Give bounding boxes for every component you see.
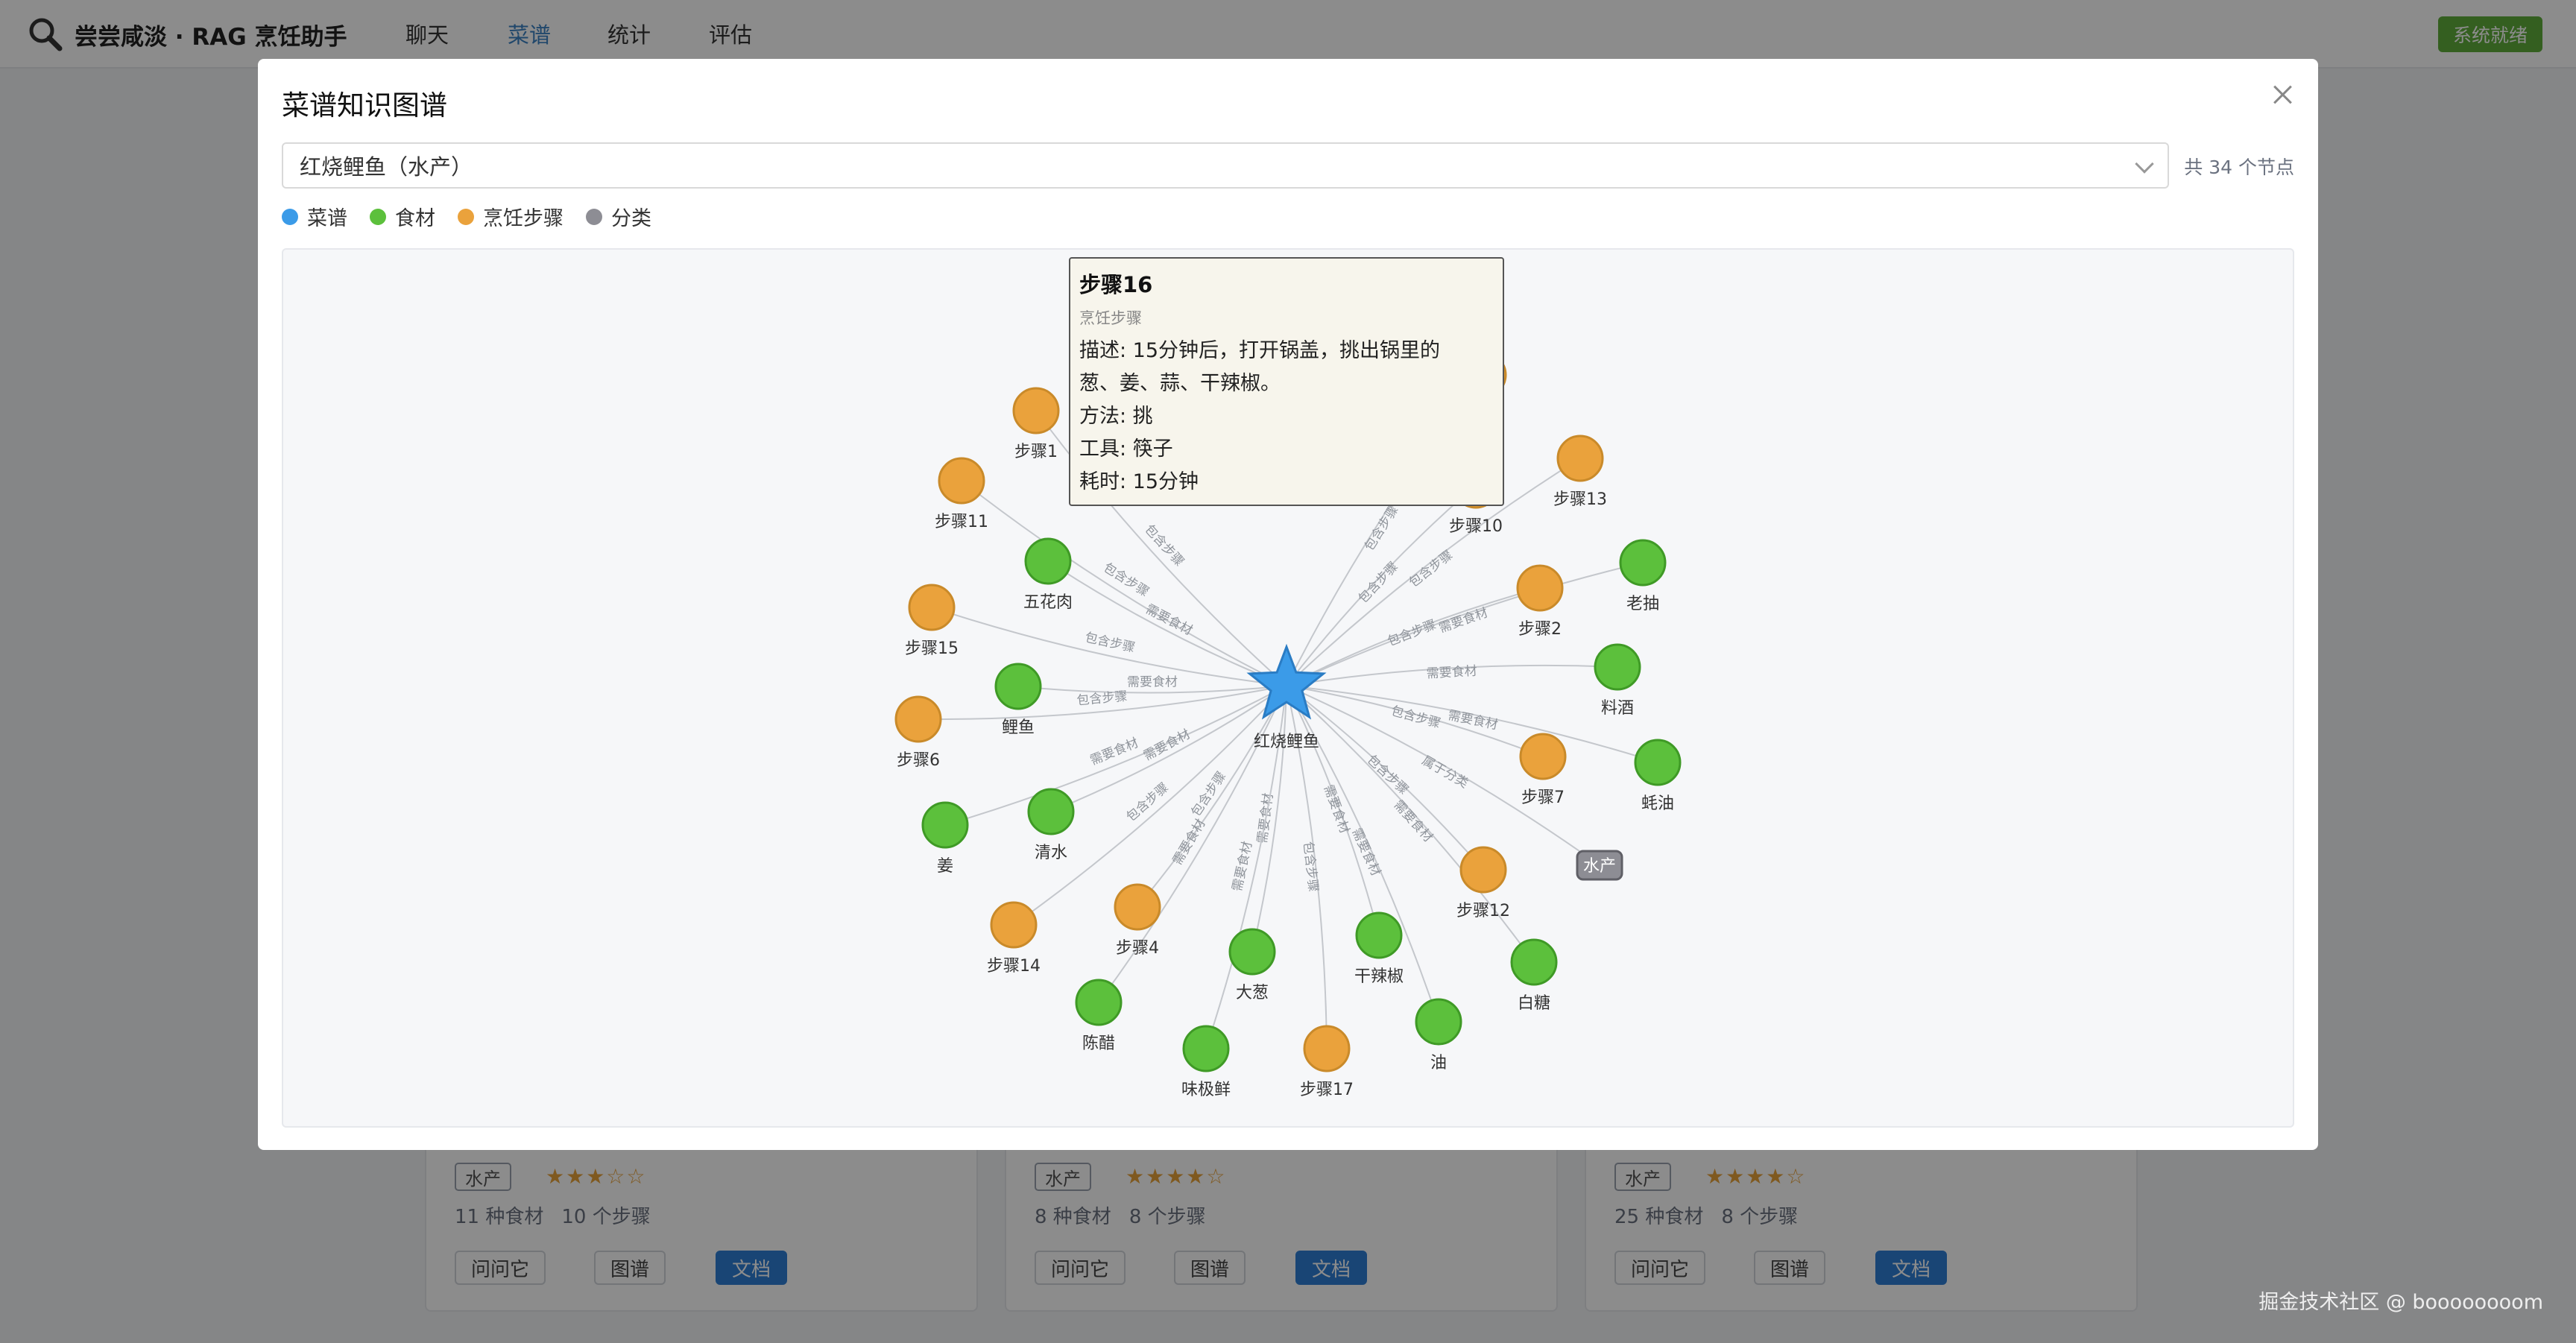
edge-label: 需要食材 (1426, 664, 1477, 682)
node-label: 鲤鱼 (1002, 718, 1035, 737)
modal-title: 菜谱知识图谱 (282, 89, 447, 121)
graph-node-step[interactable] (908, 584, 956, 631)
node-label: 步骤1 (1014, 443, 1058, 461)
edge-label: 需要食材 (1391, 797, 1436, 845)
watermark: 掘金技术社区 @ boooooooom (2258, 1291, 2543, 1314)
node-label: 步骤13 (1553, 490, 1607, 509)
graph-node-ingredient[interactable] (1619, 539, 1667, 587)
graph-node-ingredient[interactable] (1415, 998, 1462, 1046)
tooltip-subtitle: 烹饪步骤 (1079, 309, 1142, 327)
graph-node-step[interactable] (1012, 387, 1060, 434)
edge-label: 包含步骤 (1407, 548, 1456, 590)
edge-label: 需要食材 (1321, 783, 1352, 835)
node-label: 蚝油 (1641, 794, 1674, 813)
node-label: 步骤2 (1518, 620, 1562, 639)
graph-node-ingredient[interactable] (1634, 739, 1682, 786)
edge-label: 包含步骤 (1124, 780, 1172, 825)
node-label: 红烧鲤鱼 (1254, 733, 1319, 751)
edge-label: 包含步骤 (1364, 752, 1411, 797)
tooltip-tool: 工具: 筷子 (1079, 437, 1173, 461)
graph-node-ingredient[interactable] (994, 663, 1042, 710)
tooltip-method: 方法: 挑 (1079, 405, 1153, 428)
graph-node-step[interactable] (1459, 846, 1507, 894)
node-label: 步骤6 (897, 751, 940, 770)
edge-label: 包含步骤 (1101, 560, 1152, 600)
legend-step[interactable]: 烹饪步骤 (458, 202, 564, 231)
graph-node-ingredient[interactable] (921, 801, 969, 849)
node-label: 步骤11 (935, 513, 988, 531)
legend-dot-icon (370, 208, 386, 225)
graph-modal: 菜谱知识图谱 红烧鲤鱼（水产） 共 34 个节点 菜谱 食材 烹饪步骤 分类 包… (258, 59, 2318, 1150)
tooltip-title: 步骤16 (1079, 272, 1153, 297)
node-label: 步骤14 (987, 957, 1041, 976)
tooltip-duration: 耗时: 15分钟 (1079, 470, 1199, 493)
node-label: 步骤17 (1300, 1081, 1354, 1099)
node-label: 步骤15 (905, 639, 959, 658)
edge-label: 需要食材 (1447, 708, 1500, 733)
graph-node-step[interactable] (1516, 564, 1564, 612)
edge-label: 需要食材 (1127, 674, 1178, 689)
edge-label: 包含步骤 (1300, 841, 1320, 893)
knowledge-graph[interactable]: 包含步骤 包含步骤 包含步骤 包含步骤 包含步骤 需要食材 需要食材 包含步骤 包含步骤 需要食材… (282, 248, 2294, 1128)
legend-dot-icon (586, 208, 602, 225)
selected-recipe: 红烧鲤鱼（水产） (300, 154, 473, 180)
tooltip-description: 描述: 15分钟后，打开锅盖，挑出锅里的 (1079, 339, 1441, 362)
node-count: 共 34 个节点 (2184, 157, 2294, 178)
tooltip-description-cont: 葱、姜、蒜、干辣椒。 (1079, 372, 1281, 395)
legend-dot-icon (282, 208, 298, 225)
node-label: 味极鲜 (1181, 1081, 1231, 1099)
node-label: 大葱 (1236, 984, 1269, 1002)
graph-node-step[interactable] (1303, 1025, 1351, 1072)
legend-recipe[interactable]: 菜谱 (282, 202, 347, 231)
node-label: 步骤10 (1449, 517, 1503, 536)
close-icon[interactable] (2269, 81, 2296, 108)
graph-node-step[interactable] (894, 695, 942, 743)
node-label: 白糖 (1518, 994, 1550, 1013)
edge-label: 需要食材 (1088, 736, 1141, 768)
graph-node-step[interactable] (1114, 883, 1161, 931)
legend-ingredient[interactable]: 食材 (370, 202, 435, 231)
edge-label: 需要食材 (1437, 605, 1490, 636)
legend-dot-icon (458, 208, 474, 225)
edge-label: 包含步骤 (1141, 522, 1187, 569)
graph-node-step[interactable] (1556, 434, 1604, 482)
node-label: 姜 (937, 857, 953, 876)
graph-node-step[interactable] (1519, 733, 1567, 780)
edge-label: 需要食材 (1170, 817, 1209, 868)
graph-node-step[interactable] (938, 457, 985, 505)
node-label: 五花肉 (1023, 593, 1073, 612)
graph-node-step[interactable] (990, 901, 1038, 949)
legend-category[interactable]: 分类 (586, 202, 651, 231)
node-label: 步骤4 (1116, 939, 1159, 958)
graph-node-ingredient[interactable] (1182, 1025, 1230, 1072)
graph-node-ingredient[interactable] (1510, 938, 1558, 986)
chevron-down-icon (2135, 154, 2154, 174)
recipe-select[interactable]: 红烧鲤鱼（水产） (282, 142, 2169, 189)
node-label: 水产 (1583, 857, 1616, 876)
edge-label: 需要食材 (1143, 601, 1196, 638)
node-tooltip: 步骤16 烹饪步骤 描述: 15分钟后，打开锅盖，挑出锅里的 葱、姜、蒜、干辣椒… (1069, 257, 1504, 506)
graph-legend: 菜谱 食材 烹饪步骤 分类 (282, 202, 674, 231)
edge-label: 需要食材 (1141, 727, 1193, 764)
edge-label: 包含步骤 (1356, 559, 1401, 606)
graph-node-ingredient[interactable] (1075, 979, 1123, 1026)
node-label: 干辣椒 (1354, 967, 1404, 986)
node-label: 料酒 (1601, 699, 1634, 718)
node-label: 步骤7 (1521, 789, 1565, 807)
graph-node-ingredient[interactable] (1027, 788, 1075, 835)
graph-node-ingredient[interactable] (1024, 537, 1072, 585)
node-label: 油 (1430, 1054, 1447, 1072)
graph-node-ingredient[interactable] (1355, 911, 1403, 959)
edge-label: 属于分类 (1419, 753, 1471, 791)
edge-label: 包含步骤 (1362, 503, 1401, 554)
edge-label: 包含步骤 (1386, 617, 1439, 649)
node-label: 步骤12 (1456, 902, 1510, 920)
graph-node-ingredient[interactable] (1594, 643, 1641, 691)
node-label: 陈醋 (1082, 1034, 1115, 1053)
graph-node-ingredient[interactable] (1228, 928, 1276, 976)
node-label: 老抽 (1626, 595, 1659, 613)
node-label: 清水 (1035, 844, 1067, 862)
